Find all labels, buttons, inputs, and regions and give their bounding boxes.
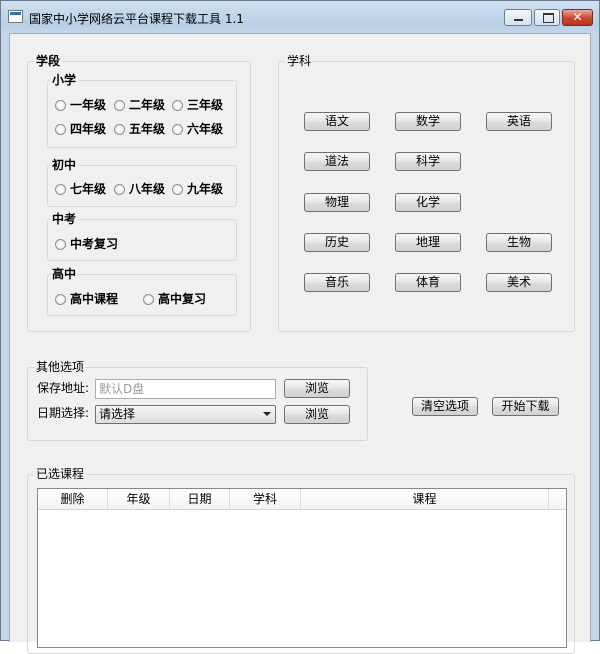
radio-circle: [55, 124, 66, 135]
browse-button-1[interactable]: 浏览: [284, 379, 350, 398]
radio-circle: [172, 100, 183, 111]
radio-senior-course[interactable]: 高中课程: [55, 292, 118, 306]
radio-grade-1[interactable]: 一年级: [55, 98, 106, 112]
chevron-down-icon: [263, 412, 271, 416]
radio-grade-2[interactable]: 二年级: [114, 98, 165, 112]
stage-group: 学段 小学 一年级 二年级 三年级 四年级 五年级 六年级 初中 七年级 八年级…: [27, 54, 251, 332]
zhongkao-group: 中考 中考复习: [47, 212, 237, 261]
radio-label: 中考复习: [70, 237, 119, 251]
radio-label: 七年级: [70, 182, 107, 196]
other-options-group: 其他选项 保存地址: 默认D盘 浏览 日期选择: 请选择 浏览: [27, 360, 368, 441]
column-header-course[interactable]: 课程: [301, 489, 549, 509]
close-icon: ✕: [572, 10, 583, 24]
subject-group-title: 学科: [285, 54, 314, 68]
maximize-button[interactable]: [534, 9, 560, 26]
subject-button-art[interactable]: 美术: [486, 273, 552, 292]
subject-button-physics[interactable]: 物理: [304, 193, 370, 212]
radio-grade-9[interactable]: 九年级: [172, 182, 223, 196]
close-button[interactable]: ✕: [562, 9, 593, 26]
radio-circle: [55, 184, 66, 195]
save-path-label: 保存地址:: [37, 381, 90, 395]
selected-courses-group: 已选课程 删除 年级 日期 学科 课程: [27, 467, 575, 654]
selected-courses-title: 已选课程: [34, 467, 87, 481]
senior-group-title: 高中: [50, 267, 79, 281]
subject-button-geography[interactable]: 地理: [395, 233, 461, 252]
title-bar[interactable]: 国家中小学网络云平台课程下载工具 1.1 ✕: [1, 1, 599, 33]
junior-group: 初中 七年级 八年级 九年级: [47, 158, 237, 207]
minimize-button[interactable]: [504, 9, 532, 26]
start-download-button[interactable]: 开始下载: [492, 397, 559, 416]
subject-button-biology[interactable]: 生物: [486, 233, 552, 252]
primary-group: 小学 一年级 二年级 三年级 四年级 五年级 六年级: [47, 73, 237, 148]
subject-button-pe[interactable]: 体育: [395, 273, 461, 292]
radio-label: 三年级: [187, 98, 224, 112]
subject-button-music[interactable]: 音乐: [304, 273, 370, 292]
radio-label: 高中复习: [158, 292, 207, 306]
column-header-grade[interactable]: 年级: [108, 489, 170, 509]
junior-group-title: 初中: [50, 158, 79, 172]
selected-courses-table[interactable]: 删除 年级 日期 学科 课程: [37, 488, 567, 648]
table-header: 删除 年级 日期 学科 课程: [38, 489, 566, 510]
radio-grade-4[interactable]: 四年级: [55, 122, 106, 136]
radio-label: 高中课程: [70, 292, 119, 306]
radio-circle: [55, 294, 66, 305]
radio-circle: [55, 100, 66, 111]
radio-label: 五年级: [129, 122, 166, 136]
radio-label: 六年级: [187, 122, 224, 136]
radio-label: 二年级: [129, 98, 166, 112]
subject-button-history[interactable]: 历史: [304, 233, 370, 252]
radio-circle: [172, 124, 183, 135]
maximize-icon: [543, 13, 554, 23]
primary-group-title: 小学: [50, 73, 79, 87]
subject-button-english[interactable]: 英语: [486, 112, 552, 131]
radio-circle: [114, 184, 125, 195]
radio-grade-3[interactable]: 三年级: [172, 98, 223, 112]
radio-senior-review[interactable]: 高中复习: [143, 292, 206, 306]
radio-circle: [143, 294, 154, 305]
radio-circle: [172, 184, 183, 195]
client-area: 学段 小学 一年级 二年级 三年级 四年级 五年级 六年级 初中 七年级 八年级…: [9, 33, 591, 654]
radio-label: 九年级: [187, 182, 224, 196]
radio-circle: [114, 124, 125, 135]
clear-options-button[interactable]: 清空选项: [412, 397, 478, 416]
other-options-title: 其他选项: [34, 360, 87, 374]
window-title: 国家中小学网络云平台课程下载工具 1.1: [29, 12, 244, 26]
save-path-input[interactable]: 默认D盘: [95, 379, 276, 399]
column-header-delete[interactable]: 删除: [38, 489, 108, 509]
radio-grade-8[interactable]: 八年级: [114, 182, 165, 196]
zhongkao-group-title: 中考: [50, 212, 79, 226]
radio-grade-7[interactable]: 七年级: [55, 182, 106, 196]
subject-group: 学科 语文 数学 英语 道法 科学 物理 化学 历史 地理 生物 音乐 体育 美…: [278, 54, 575, 332]
radio-grade-5[interactable]: 五年级: [114, 122, 165, 136]
date-select[interactable]: 请选择: [95, 405, 276, 424]
senior-group: 高中 高中课程 高中复习: [47, 267, 237, 316]
minimize-icon: [514, 19, 523, 21]
subject-button-morality[interactable]: 道法: [304, 152, 370, 171]
stage-group-title: 学段: [34, 54, 63, 68]
column-header-date[interactable]: 日期: [170, 489, 230, 509]
radio-label: 八年级: [129, 182, 166, 196]
subject-button-chemistry[interactable]: 化学: [395, 193, 461, 212]
app-window: 国家中小学网络云平台课程下载工具 1.1 ✕ 学段 小学 一年级 二年级 三年级…: [0, 0, 600, 654]
browse-button-2[interactable]: 浏览: [284, 405, 350, 424]
radio-label: 一年级: [70, 98, 107, 112]
radio-grade-6[interactable]: 六年级: [172, 122, 223, 136]
subject-button-math[interactable]: 数学: [395, 112, 461, 131]
radio-circle: [55, 239, 66, 250]
subject-button-science[interactable]: 科学: [395, 152, 461, 171]
column-header-subject[interactable]: 学科: [230, 489, 301, 509]
date-select-value: 请选择: [99, 407, 136, 421]
subject-button-chinese[interactable]: 语文: [304, 112, 370, 131]
date-select-label: 日期选择:: [37, 406, 90, 420]
radio-zhongkao-review[interactable]: 中考复习: [55, 237, 118, 251]
radio-label: 四年级: [70, 122, 107, 136]
radio-circle: [114, 100, 125, 111]
app-icon: [8, 10, 23, 23]
